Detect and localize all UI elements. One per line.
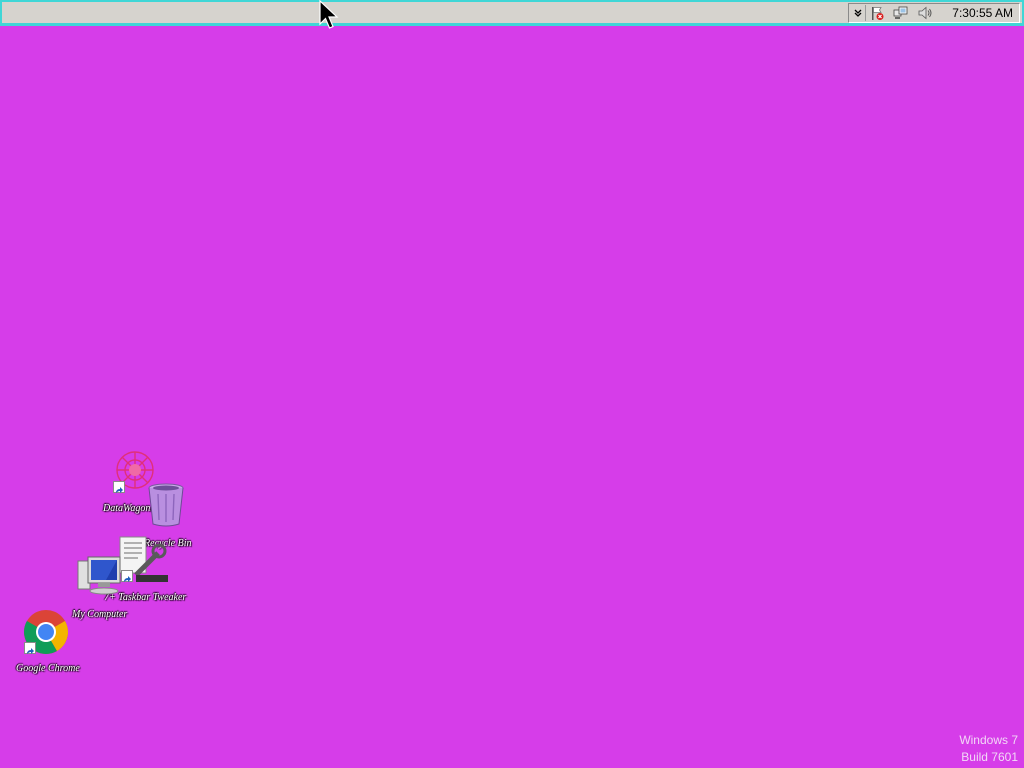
- notification-area: 7:30:55 AM: [848, 3, 1020, 23]
- recycle-bin-icon: [145, 482, 187, 533]
- watermark-build: Build 7601: [961, 750, 1018, 764]
- taskbar[interactable]: 7:30:55 AM: [0, 0, 1024, 26]
- network-icon[interactable]: [893, 5, 909, 21]
- shortcut-arrow-icon: [24, 642, 36, 654]
- computer-icon: [76, 555, 124, 604]
- desktop-icon-google-chrome[interactable]: Google Chrome: [6, 608, 96, 678]
- watermark-os: Windows 7: [959, 733, 1018, 747]
- desktop-icon-label: Google Chrome: [16, 663, 80, 674]
- clock[interactable]: 7:30:55 AM: [952, 6, 1013, 20]
- volume-icon[interactable]: [917, 5, 933, 21]
- mouse-cursor-icon: [318, 0, 340, 37]
- chevron-down-icon[interactable]: [851, 5, 866, 21]
- shortcut-arrow-icon: [113, 481, 125, 493]
- desktop[interactable]: 7:30:55 AM DataWagon.ru Recycle Bin 7+ T…: [0, 0, 1024, 768]
- windows-watermark: Windows 7 Build 7601: [959, 732, 1018, 766]
- action-center-flag-icon[interactable]: [869, 5, 885, 21]
